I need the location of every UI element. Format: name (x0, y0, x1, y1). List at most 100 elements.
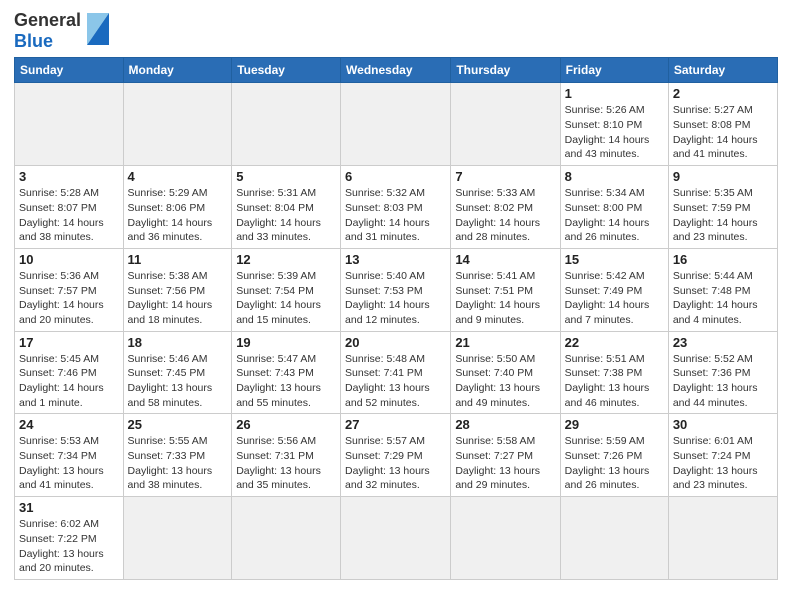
header-friday: Friday (560, 58, 668, 83)
day-number: 19 (236, 335, 336, 350)
logo-general: General (14, 10, 81, 30)
day-number: 5 (236, 169, 336, 184)
day-cell: 10 Sunrise: 5:36 AM Sunset: 7:57 PM Dayli… (15, 248, 124, 331)
day-info: Sunrise: 5:38 AM Sunset: 7:56 PM Dayligh… (128, 269, 228, 328)
day-cell: 3Sunrise: 5:28 AM Sunset: 8:07 PM Daylig… (15, 166, 124, 249)
day-cell: 29 Sunrise: 5:59 AM Sunset: 7:26 PM Dayli… (560, 414, 668, 497)
logo-blue: Blue (14, 31, 53, 51)
day-info: Sunrise: 6:02 AM Sunset: 7:22 PM Dayligh… (19, 517, 119, 576)
day-cell: 6 Sunrise: 5:32 AM Sunset: 8:03 PM Daylig… (341, 166, 451, 249)
week-row-6: 31Sunrise: 6:02 AM Sunset: 7:22 PM Dayli… (15, 497, 778, 580)
day-info: Sunrise: 5:52 AM Sunset: 7:36 PM Dayligh… (673, 352, 773, 411)
day-number: 14 (455, 252, 555, 267)
header-tuesday: Tuesday (232, 58, 341, 83)
day-info: Sunrise: 5:34 AM Sunset: 8:00 PM Dayligh… (565, 186, 664, 245)
day-cell: 12Sunrise: 5:39 AM Sunset: 7:54 PM Dayli… (232, 248, 341, 331)
day-number: 27 (345, 417, 446, 432)
day-number: 6 (345, 169, 446, 184)
header: General Blue (14, 10, 778, 51)
day-info: Sunrise: 5:26 AM Sunset: 8:10 PM Dayligh… (565, 103, 664, 162)
day-info: Sunrise: 5:32 AM Sunset: 8:03 PM Dayligh… (345, 186, 446, 245)
day-number: 29 (565, 417, 664, 432)
day-info: Sunrise: 5:45 AM Sunset: 7:46 PM Dayligh… (19, 352, 119, 411)
day-cell: 2Sunrise: 5:27 AM Sunset: 8:08 PM Daylig… (668, 83, 777, 166)
header-saturday: Saturday (668, 58, 777, 83)
day-cell: 24 Sunrise: 5:53 AM Sunset: 7:34 PM Dayli… (15, 414, 124, 497)
header-thursday: Thursday (451, 58, 560, 83)
day-info: Sunrise: 5:36 AM Sunset: 7:57 PM Dayligh… (19, 269, 119, 328)
day-info: Sunrise: 5:50 AM Sunset: 7:40 PM Dayligh… (455, 352, 555, 411)
day-cell: 23 Sunrise: 5:52 AM Sunset: 7:36 PM Dayli… (668, 331, 777, 414)
day-info: Sunrise: 5:51 AM Sunset: 7:38 PM Dayligh… (565, 352, 664, 411)
week-row-4: 17 Sunrise: 5:45 AM Sunset: 7:46 PM Dayli… (15, 331, 778, 414)
day-info: Sunrise: 5:58 AM Sunset: 7:27 PM Dayligh… (455, 434, 555, 493)
day-cell (123, 497, 232, 580)
day-cell (232, 497, 341, 580)
calendar-table: Sunday Monday Tuesday Wednesday Thursday… (14, 57, 778, 580)
day-cell: 31Sunrise: 6:02 AM Sunset: 7:22 PM Dayli… (15, 497, 124, 580)
week-row-2: 3Sunrise: 5:28 AM Sunset: 8:07 PM Daylig… (15, 166, 778, 249)
day-cell: 21 Sunrise: 5:50 AM Sunset: 7:40 PM Dayli… (451, 331, 560, 414)
day-cell (15, 83, 124, 166)
day-number: 23 (673, 335, 773, 350)
day-info: Sunrise: 5:57 AM Sunset: 7:29 PM Dayligh… (345, 434, 446, 493)
day-number: 12 (236, 252, 336, 267)
day-cell: 28 Sunrise: 5:58 AM Sunset: 7:27 PM Dayli… (451, 414, 560, 497)
day-cell (560, 497, 668, 580)
day-number: 1 (565, 86, 664, 101)
day-cell (341, 497, 451, 580)
day-cell: 30 Sunrise: 6:01 AM Sunset: 7:24 PM Dayli… (668, 414, 777, 497)
day-cell (123, 83, 232, 166)
day-cell: 25Sunrise: 5:55 AM Sunset: 7:33 PM Dayli… (123, 414, 232, 497)
day-number: 18 (128, 335, 228, 350)
week-row-5: 24 Sunrise: 5:53 AM Sunset: 7:34 PM Dayli… (15, 414, 778, 497)
day-number: 28 (455, 417, 555, 432)
day-info: Sunrise: 6:01 AM Sunset: 7:24 PM Dayligh… (673, 434, 773, 493)
day-cell (668, 497, 777, 580)
day-cell: 26Sunrise: 5:56 AM Sunset: 7:31 PM Dayli… (232, 414, 341, 497)
day-number: 4 (128, 169, 228, 184)
day-info: Sunrise: 5:42 AM Sunset: 7:49 PM Dayligh… (565, 269, 664, 328)
day-cell: 16 Sunrise: 5:44 AM Sunset: 7:48 PM Dayli… (668, 248, 777, 331)
day-info: Sunrise: 5:55 AM Sunset: 7:33 PM Dayligh… (128, 434, 228, 493)
day-info: Sunrise: 5:46 AM Sunset: 7:45 PM Dayligh… (128, 352, 228, 411)
day-cell (232, 83, 341, 166)
day-info: Sunrise: 5:48 AM Sunset: 7:41 PM Dayligh… (345, 352, 446, 411)
day-info: Sunrise: 5:44 AM Sunset: 7:48 PM Dayligh… (673, 269, 773, 328)
day-number: 21 (455, 335, 555, 350)
day-cell (451, 497, 560, 580)
day-cell: 7Sunrise: 5:33 AM Sunset: 8:02 PM Daylig… (451, 166, 560, 249)
day-info: Sunrise: 5:53 AM Sunset: 7:34 PM Dayligh… (19, 434, 119, 493)
day-number: 17 (19, 335, 119, 350)
week-row-1: 1 Sunrise: 5:26 AM Sunset: 8:10 PM Daylig… (15, 83, 778, 166)
day-cell: 13Sunrise: 5:40 AM Sunset: 7:53 PM Dayli… (341, 248, 451, 331)
day-cell: 27 Sunrise: 5:57 AM Sunset: 7:29 PM Dayli… (341, 414, 451, 497)
day-cell: 4 Sunrise: 5:29 AM Sunset: 8:06 PM Daylig… (123, 166, 232, 249)
day-cell: 1 Sunrise: 5:26 AM Sunset: 8:10 PM Daylig… (560, 83, 668, 166)
day-cell: 19Sunrise: 5:47 AM Sunset: 7:43 PM Dayli… (232, 331, 341, 414)
logo-wordmark: General Blue (14, 10, 81, 51)
logo-triangle-icon (87, 13, 109, 45)
day-info: Sunrise: 5:56 AM Sunset: 7:31 PM Dayligh… (236, 434, 336, 493)
header-sunday: Sunday (15, 58, 124, 83)
day-number: 3 (19, 169, 119, 184)
day-info: Sunrise: 5:59 AM Sunset: 7:26 PM Dayligh… (565, 434, 664, 493)
header-monday: Monday (123, 58, 232, 83)
day-cell: 20 Sunrise: 5:48 AM Sunset: 7:41 PM Dayli… (341, 331, 451, 414)
day-number: 20 (345, 335, 446, 350)
header-wednesday: Wednesday (341, 58, 451, 83)
day-number: 8 (565, 169, 664, 184)
day-info: Sunrise: 5:41 AM Sunset: 7:51 PM Dayligh… (455, 269, 555, 328)
day-number: 30 (673, 417, 773, 432)
day-cell: 9Sunrise: 5:35 AM Sunset: 7:59 PM Daylig… (668, 166, 777, 249)
day-number: 22 (565, 335, 664, 350)
day-number: 10 (19, 252, 119, 267)
week-row-3: 10 Sunrise: 5:36 AM Sunset: 7:57 PM Dayli… (15, 248, 778, 331)
day-cell: 22 Sunrise: 5:51 AM Sunset: 7:38 PM Dayli… (560, 331, 668, 414)
day-number: 24 (19, 417, 119, 432)
day-number: 16 (673, 252, 773, 267)
day-cell (451, 83, 560, 166)
day-number: 9 (673, 169, 773, 184)
day-cell: 5Sunrise: 5:31 AM Sunset: 8:04 PM Daylig… (232, 166, 341, 249)
day-info: Sunrise: 5:29 AM Sunset: 8:06 PM Dayligh… (128, 186, 228, 245)
